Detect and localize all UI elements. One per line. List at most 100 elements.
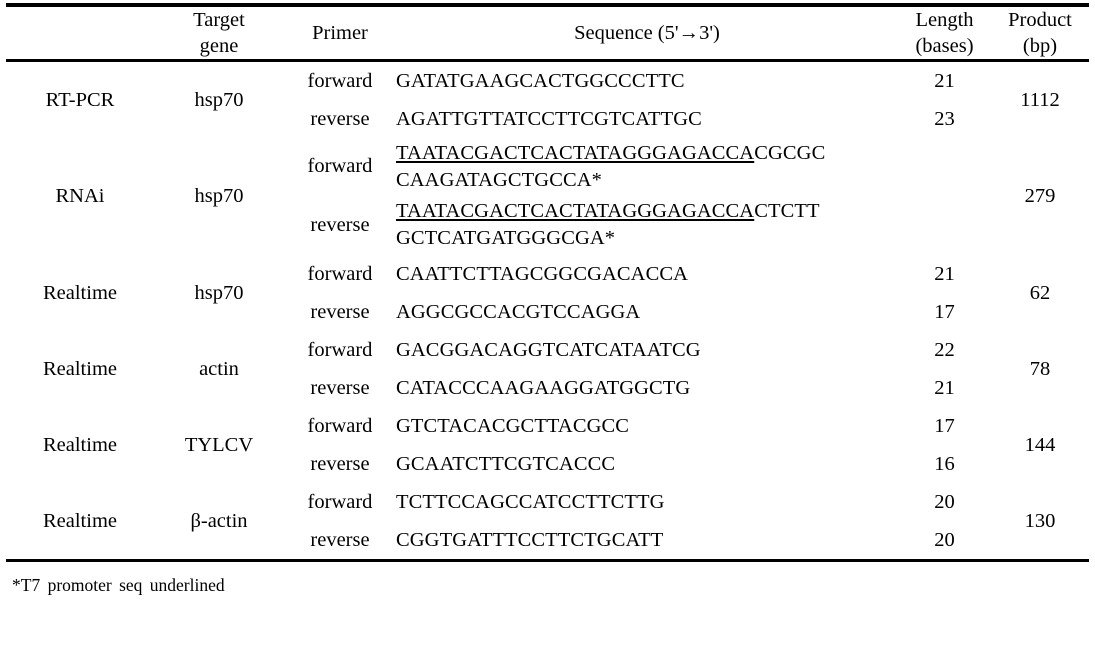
sequence-cell: CGGTGATTTCCTTCTGCATT — [396, 521, 898, 559]
sequence-cell: TCTTCCAGCCATCCTTCTTG — [396, 483, 898, 521]
primer-direction-cell: forward — [307, 262, 373, 285]
product-size-cell: 130 — [1024, 509, 1056, 532]
primer-direction-cell: reverse — [310, 452, 370, 475]
column-header-length: Length (bases) — [898, 7, 991, 59]
sequence-segment: GCTCATGATGGGCGA* — [396, 227, 616, 250]
assay-cell: Realtime — [42, 357, 117, 380]
column-header-length-line1: Length — [915, 9, 974, 31]
column-header-product-line1: Product — [1008, 9, 1072, 31]
sequence-line: CAATTCTTAGCGGCGACACCA — [396, 261, 898, 288]
target-gene-cell: hsp70 — [194, 88, 244, 111]
length-cell — [898, 138, 991, 195]
column-header-product-line2: (bp) — [1022, 35, 1058, 58]
sequence-segment: GACGGACAGGTCATCATAATCG — [396, 338, 701, 361]
column-header-product: Product (bp) — [991, 7, 1089, 59]
assay-cell: Realtime — [42, 509, 117, 532]
length-cell: 21 — [934, 69, 955, 92]
sequence-line: TAATACGACTCACTATAGGGAGACCACTCTT — [396, 198, 898, 225]
sequence-line: CAAGATAGCTGCCA* — [396, 167, 898, 194]
length-cell: 20 — [934, 490, 955, 513]
length-cell: 17 — [934, 414, 955, 437]
sequence-segment: CATACCCAAGAAGGATGGCTG — [396, 376, 691, 399]
table-body: RT-PCR hsp70 forward GATATGAAGCACTGGCCCTTC 2… — [6, 62, 1089, 559]
sequence-line: GTCTACACGCTTACGCC — [396, 413, 898, 440]
sequence-segment: CGCGC — [754, 141, 826, 164]
table-row: Realtime actin forward GACGGACAGGTCATCATAAT… — [6, 331, 1089, 380]
primer-direction-cell: forward — [307, 490, 373, 513]
primer-table-body-wrapper: RT-PCR hsp70 forward GATATGAAGCACTGGCCCTTC 2… — [6, 62, 1089, 559]
assay-cell: Realtime — [42, 433, 117, 456]
sequence-segment: CAATTCTTAGCGGCGACACCA — [396, 262, 689, 285]
assay-cell: RT-PCR — [45, 88, 115, 111]
primer-table: Target gene Primer Sequence (5'→3') Leng… — [6, 7, 1089, 59]
table-row: Realtime β-actin forward TCTTCCAGCCATCCTTCT… — [6, 483, 1089, 532]
table-row: Realtime TYLCV forward GTCTACACGCTTACGCC 17 1… — [6, 407, 1089, 456]
product-size-cell: 62 — [1029, 281, 1051, 304]
sequence-line: TAATACGACTCACTATAGGGAGACCACGCGC — [396, 140, 898, 167]
t7-promoter-segment: TAATACGACTCACTATAGGGAGACCA — [396, 141, 755, 164]
column-header-assay — [6, 7, 154, 59]
sequence-line: CGGTGATTTCCTTCTGCATT — [396, 527, 898, 554]
sequence-segment: CTCTT — [754, 200, 820, 223]
length-cell: 21 — [934, 376, 955, 399]
target-gene-cell: hsp70 — [194, 185, 244, 208]
header-row: Target gene Primer Sequence (5'→3') Leng… — [6, 7, 1089, 59]
sequence-line: AGATTGTTATCCTTCGTCATTGC — [396, 106, 898, 133]
t7-promoter-segment: TAATACGACTCACTATAGGGAGACCA — [396, 200, 755, 223]
sequence-cell: AGGCGCCACGTCCAGGA — [396, 293, 898, 331]
target-gene-cell: TYLCV — [184, 433, 254, 456]
sequence-cell: CAATTCTTAGCGGCGACACCA — [396, 255, 898, 293]
sequence-segment: GCAATCTTCGTCACCC — [396, 452, 616, 475]
length-cell: 16 — [934, 452, 955, 475]
table-header: Target gene Primer Sequence (5'→3') Leng… — [6, 7, 1089, 59]
sequence-line: GACGGACAGGTCATCATAATCG — [396, 337, 898, 364]
sequence-segment: AGGCGCCACGTCCAGGA — [396, 300, 641, 323]
primer-direction-cell: forward — [307, 414, 373, 437]
sequence-cell: GCAATCTTCGTCACCC — [396, 445, 898, 483]
primer-table-figure: Target gene Primer Sequence (5'→3') Leng… — [0, 3, 1095, 647]
product-size-cell: 279 — [1024, 185, 1056, 208]
sequence-line: GATATGAAGCACTGGCCCTTC — [396, 68, 898, 95]
primer-direction-cell: reverse — [310, 528, 370, 551]
sequence-segment: CGGTGATTTCCTTCTGCATT — [396, 528, 664, 551]
primer-direction-cell: reverse — [310, 107, 370, 130]
product-size-cell: 1112 — [1020, 88, 1060, 111]
sequence-segment: GATATGAAGCACTGGCCCTTC — [396, 69, 685, 92]
sequence-cell: TAATACGACTCACTATAGGGAGACCACTCTT GCTCATGAT… — [396, 195, 898, 255]
column-header-length-line2: (bases) — [915, 35, 974, 58]
table-footnote: *T7 promoter seq underlined — [12, 575, 225, 596]
target-gene-cell: β-actin — [190, 509, 248, 532]
column-header-target-gene-line2: gene — [199, 35, 239, 58]
sequence-cell: AGATTGTTATCCTTCGTCATTGC — [396, 100, 898, 138]
target-gene-cell: actin — [199, 357, 239, 380]
column-header-target-gene: Target gene — [154, 7, 284, 59]
sequence-line: GCAATCTTCGTCACCC — [396, 451, 898, 478]
table-row: Realtime hsp70 forward CAATTCTTAGCGGCGACACC… — [6, 255, 1089, 304]
sequence-cell: GTCTACACGCTTACGCC — [396, 407, 898, 445]
sequence-line: GCTCATGATGGGCGA* — [396, 225, 898, 252]
product-size-cell: 78 — [1029, 357, 1051, 380]
sequence-cell: TAATACGACTCACTATAGGGAGACCACGCGC CAAGATAGC… — [396, 138, 898, 195]
sequence-segment: AGATTGTTATCCTTCGTCATTGC — [396, 107, 702, 130]
length-cell: 21 — [934, 262, 955, 285]
column-header-primer: Primer — [312, 22, 368, 45]
sequence-segment: CAAGATAGCTGCCA* — [396, 168, 603, 191]
sequence-cell: GATATGAAGCACTGGCCCTTC — [396, 62, 898, 100]
length-cell: 20 — [934, 528, 955, 551]
length-cell: 22 — [934, 338, 955, 361]
assay-cell: Realtime — [42, 281, 117, 304]
sequence-line: AGGCGCCACGTCCAGGA — [396, 299, 898, 326]
sequence-segment: GTCTACACGCTTACGCC — [396, 414, 630, 437]
sequence-cell: GACGGACAGGTCATCATAATCG — [396, 331, 898, 369]
primer-direction-cell: forward — [307, 155, 373, 178]
target-gene-cell: hsp70 — [194, 281, 244, 304]
length-cell: 17 — [934, 300, 955, 323]
sequence-segment: TCTTCCAGCCATCCTTCTTG — [396, 490, 665, 513]
sequence-line: CATACCCAAGAAGGATGGCTG — [396, 375, 898, 402]
length-cell — [898, 195, 991, 255]
assay-cell: RNAi — [55, 185, 105, 208]
table-row: RT-PCR hsp70 forward GATATGAAGCACTGGCCCTTC 2… — [6, 62, 1089, 111]
primer-direction-cell: reverse — [310, 213, 370, 236]
primer-direction-cell: forward — [307, 338, 373, 361]
table-row: RNAi hsp70 forward TAATACGACTCACTATAGGGAGAC… — [6, 138, 1089, 208]
